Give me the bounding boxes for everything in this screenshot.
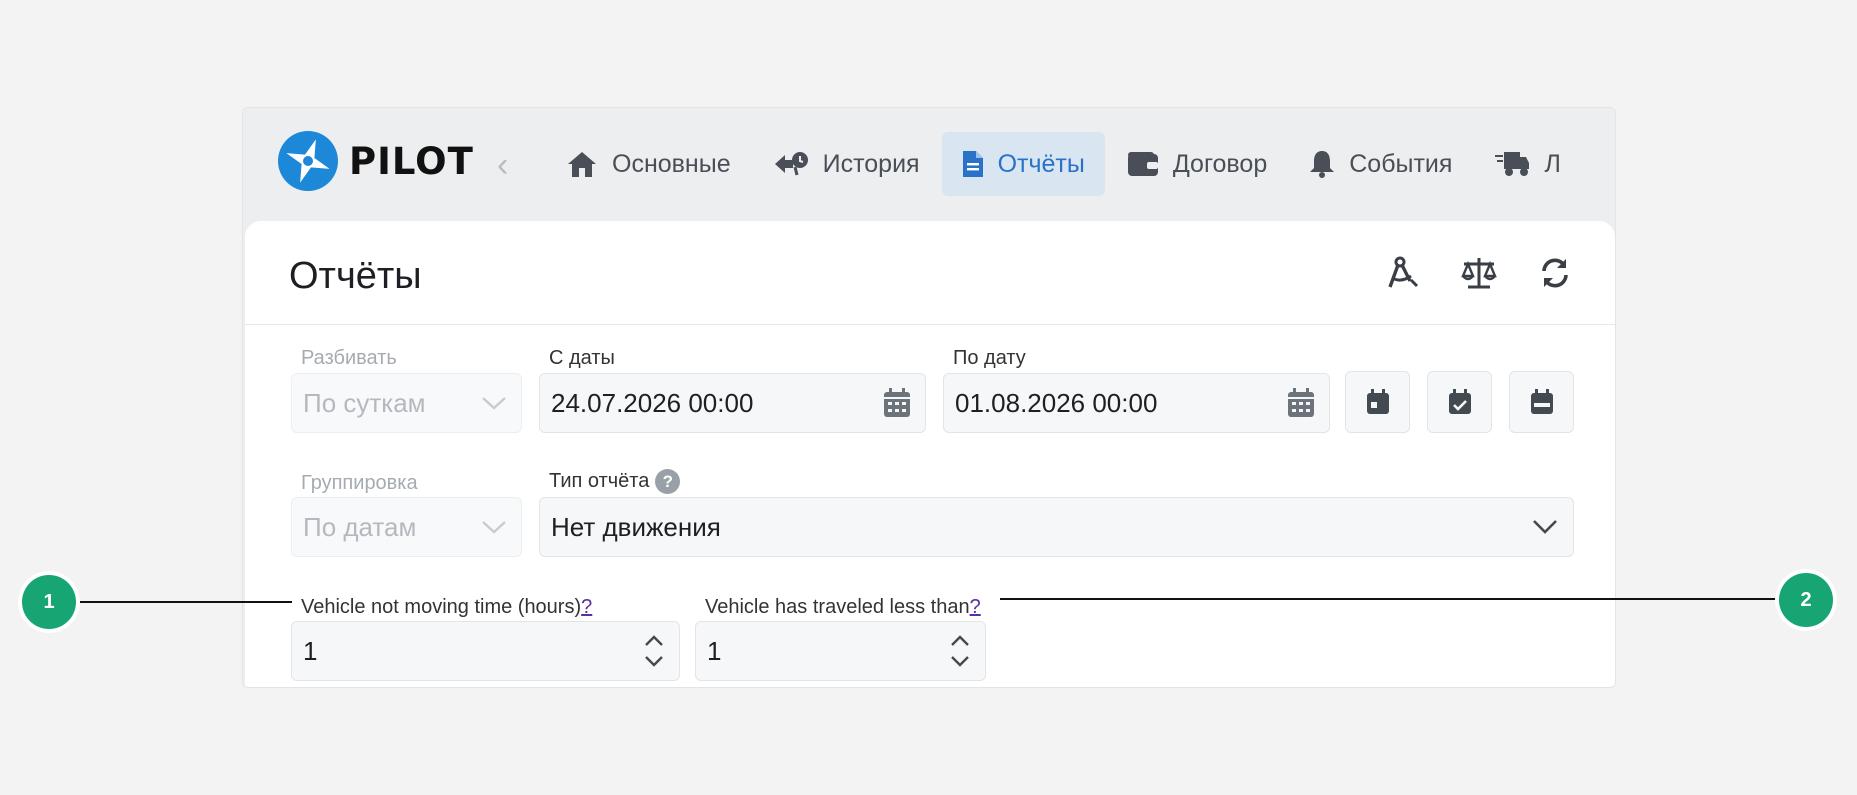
nav-item-events[interactable]: События (1289, 132, 1472, 196)
app-window: PILOT ‹ Основные История Отчёты Договор (242, 107, 1616, 688)
not-moving-label-row: Vehicle not moving time (hours)? (301, 596, 592, 619)
pilot-logo[interactable]: PILOT (277, 130, 474, 192)
scales-button[interactable] (1459, 253, 1499, 293)
logo-mark-icon (278, 131, 338, 191)
to-date-value: 01.08.2026 00:00 (955, 387, 1158, 418)
report-type-value: Нет движения (551, 511, 721, 542)
top-navbar: PILOT ‹ Основные История Отчёты Договор (243, 108, 1615, 221)
from-date-value: 24.07.2026 00:00 (551, 387, 754, 418)
from-date-label: С даты (549, 347, 615, 369)
compass-icon (1388, 256, 1419, 288)
history-icon (774, 152, 808, 176)
main-nav: Основные История Отчёты Договор События … (546, 132, 1583, 196)
wallet-icon (1127, 152, 1158, 176)
not-moving-label: Vehicle not moving time (hours) (301, 596, 582, 618)
nav-item-label: Основные (612, 149, 731, 178)
scales-icon (1461, 258, 1497, 289)
nav-back-chevron-icon[interactable]: ‹ (497, 148, 519, 182)
refresh-button[interactable] (1535, 253, 1575, 293)
bell-icon (1310, 151, 1335, 178)
card-toolbar (1347, 253, 1575, 293)
calendar-week-button[interactable] (1509, 371, 1574, 433)
help-link[interactable]: ? (970, 596, 981, 618)
compass-button[interactable] (1383, 253, 1423, 293)
calendar-week-icon (1530, 389, 1553, 414)
report-type-label-row: Тип отчёта? (549, 469, 681, 494)
split-value: По суткам (303, 387, 426, 418)
nav-item-contract[interactable]: Договор (1107, 132, 1287, 196)
report-type-select[interactable]: Нет движения (539, 497, 1574, 557)
stepper-arrows-icon[interactable] (949, 633, 971, 669)
nav-item-label: Л (1544, 149, 1561, 178)
to-date-input[interactable]: 01.08.2026 00:00 (943, 373, 1330, 433)
help-icon[interactable]: ? (655, 469, 681, 494)
header-divider (245, 324, 1615, 325)
logo-text: PILOT (349, 139, 474, 183)
page-title: Отчёты (289, 255, 422, 297)
from-date-input[interactable]: 24.07.2026 00:00 (539, 373, 926, 433)
callout-badge-1: 1 (22, 575, 76, 629)
calendar-check-icon (1448, 389, 1471, 414)
traveled-less-label-row: Vehicle has traveled less than? (705, 596, 981, 619)
calendar-check-button[interactable] (1427, 371, 1492, 433)
calendar-day-button[interactable] (1345, 371, 1410, 433)
calendar-day-icon (1366, 389, 1389, 414)
nav-item-label: Договор (1172, 149, 1268, 178)
report-type-label: Тип отчёта (549, 469, 650, 492)
truck-icon (1495, 152, 1530, 176)
nav-item-reports[interactable]: Отчёты (941, 132, 1105, 196)
callout-badge-2: 2 (1779, 573, 1833, 627)
home-icon (568, 152, 596, 177)
not-moving-hours-stepper[interactable]: 1 (291, 621, 680, 681)
traveled-less-label: Vehicle has traveled less than (705, 596, 970, 618)
stepper-arrows-icon[interactable] (643, 633, 665, 669)
refresh-icon (1542, 258, 1568, 288)
grouping-select[interactable]: По датам (291, 497, 522, 557)
nav-item-label: История (822, 149, 920, 178)
to-date-label: По дату (953, 347, 1026, 369)
nav-item-main[interactable]: Основные (546, 132, 751, 196)
help-link[interactable]: ? (581, 596, 592, 618)
nav-item-logistics[interactable]: Л (1474, 132, 1580, 196)
traveled-less-stepper[interactable]: 1 (695, 621, 986, 681)
split-label: Разбивать (301, 347, 397, 369)
calendar-icon (884, 388, 910, 417)
callout-connector-2 (1000, 598, 1780, 600)
split-select[interactable]: По суткам (291, 373, 522, 433)
grouping-value: По датам (303, 511, 417, 542)
grouping-label: Группировка (301, 472, 418, 494)
reports-card: Отчёты Разбивать По суткам С даты 24.07.… (245, 221, 1615, 687)
chevron-down-icon (482, 521, 506, 534)
nav-item-label: События (1349, 149, 1453, 178)
calendar-icon (1288, 388, 1314, 417)
not-moving-value: 1 (303, 635, 318, 666)
chevron-down-icon (482, 397, 506, 410)
callout-connector-1 (80, 601, 292, 603)
document-icon (962, 151, 983, 177)
chevron-down-icon (1533, 520, 1557, 534)
nav-item-label: Отчёты (997, 149, 1085, 178)
nav-item-history[interactable]: История (753, 132, 940, 196)
traveled-less-value: 1 (707, 635, 722, 666)
